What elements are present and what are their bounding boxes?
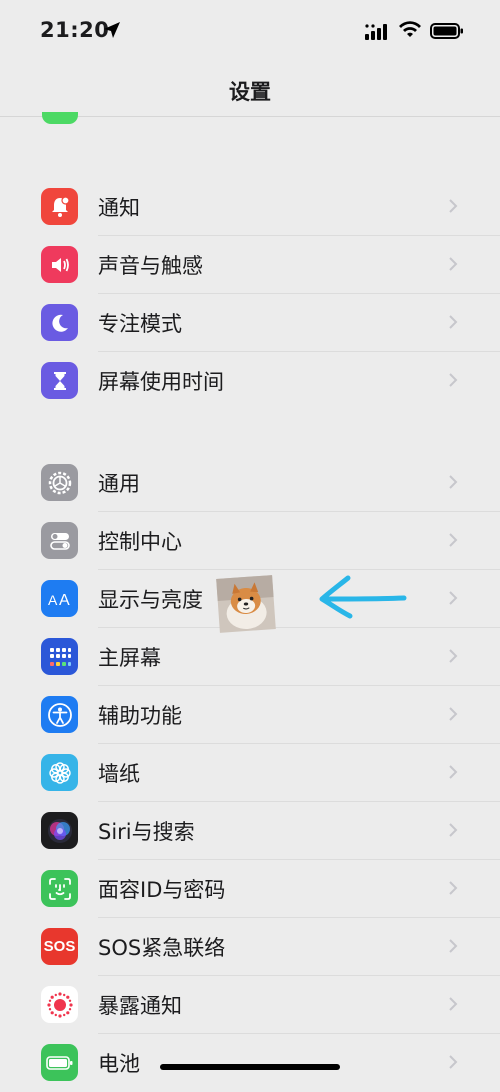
chevron-right-icon — [449, 765, 458, 779]
settings-row-label: 面容ID与密码 — [98, 878, 226, 902]
home-indicator — [160, 1064, 340, 1070]
chevron-right-icon — [449, 257, 458, 271]
chevron-right-icon — [449, 649, 458, 663]
settings-row-screen-time[interactable]: 屏幕使用时间 — [0, 352, 500, 410]
status-time: 21:20 — [40, 18, 110, 42]
location-arrow-icon — [104, 22, 120, 38]
settings-row-label: 电池 — [98, 1052, 140, 1076]
chevron-right-icon — [449, 373, 458, 387]
settings-row-label: 显示与亮度 — [98, 588, 203, 612]
settings-row-label: 专注模式 — [98, 312, 182, 336]
settings-row-label: 通知 — [98, 196, 140, 220]
settings-row-general[interactable]: 通用 — [0, 454, 500, 512]
settings-row-label: 通用 — [98, 472, 140, 496]
chevron-right-icon — [449, 707, 458, 721]
settings-row-siri-search[interactable]: Siri与搜索 — [0, 802, 500, 860]
settings-row-label: Siri与搜索 — [98, 820, 195, 844]
accessibility-icon — [41, 696, 78, 733]
settings-row-sounds[interactable]: 声音与触感 — [0, 236, 500, 294]
settings-row-home-screen[interactable]: 主屏幕 — [0, 628, 500, 686]
chevron-right-icon — [449, 533, 458, 547]
settings-row-emergency-sos[interactable]: SOS SOS紧急联络 — [0, 918, 500, 976]
moon-icon — [41, 304, 78, 341]
chevron-right-icon — [449, 823, 458, 837]
settings-row-exposure-notifications[interactable]: 暴露通知 — [0, 976, 500, 1034]
cellular-signal-icon — [365, 24, 387, 40]
speaker-icon — [41, 246, 78, 283]
hourglass-icon — [41, 362, 78, 399]
status-bar: 21:20 — [0, 0, 500, 66]
settings-row-label: 暴露通知 — [98, 994, 182, 1018]
wifi-icon — [399, 21, 421, 37]
chevron-right-icon — [449, 939, 458, 953]
settings-row-face-id-passcode[interactable]: 面容ID与密码 — [0, 860, 500, 918]
partial-row-icon — [42, 112, 78, 124]
chevron-right-icon — [449, 881, 458, 895]
settings-row-label: 控制中心 — [98, 530, 182, 554]
settings-row-label: 屏幕使用时间 — [98, 370, 224, 394]
settings-row-battery[interactable]: 电池 — [0, 1034, 500, 1092]
chevron-right-icon — [449, 475, 458, 489]
svg-text:A: A — [59, 592, 70, 609]
page-title: 设置 — [229, 80, 271, 104]
settings-row-label: 墙纸 — [98, 762, 140, 786]
sos-icon: SOS — [41, 928, 78, 965]
settings-row-label: 辅助功能 — [98, 704, 182, 728]
settings-row-notifications[interactable]: 通知 — [0, 178, 500, 236]
settings-row-accessibility[interactable]: 辅助功能 — [0, 686, 500, 744]
svg-text:A: A — [48, 592, 58, 608]
flower-icon — [41, 754, 78, 791]
settings-row-label: SOS紧急联络 — [98, 936, 226, 960]
annotation-arrow — [319, 575, 407, 619]
sos-icon-text: SOS — [43, 938, 76, 955]
toggles-icon — [41, 522, 78, 559]
settings-row-label: 主屏幕 — [98, 646, 161, 670]
face-id-icon — [41, 870, 78, 907]
chevron-right-icon — [449, 315, 458, 329]
chevron-right-icon — [449, 591, 458, 605]
home-grid-icon — [41, 638, 78, 675]
settings-row-wallpaper[interactable]: 墙纸 — [0, 744, 500, 802]
text-size-icon: AA — [41, 580, 78, 617]
battery-icon — [41, 1044, 78, 1081]
chevron-right-icon — [449, 1055, 458, 1069]
gear-icon — [41, 464, 78, 501]
bell-icon — [41, 188, 78, 225]
settings-row-control-center[interactable]: 控制中心 — [0, 512, 500, 570]
chevron-right-icon — [449, 199, 458, 213]
siri-icon — [41, 812, 78, 849]
chevron-right-icon — [449, 997, 458, 1011]
settings-row-focus[interactable]: 专注模式 — [0, 294, 500, 352]
navigation-bar: 设置 — [0, 66, 500, 117]
battery-status-icon — [430, 23, 463, 39]
settings-row-label: 声音与触感 — [98, 254, 203, 278]
exposure-icon — [41, 986, 78, 1023]
dog-sticker-image — [216, 575, 276, 633]
